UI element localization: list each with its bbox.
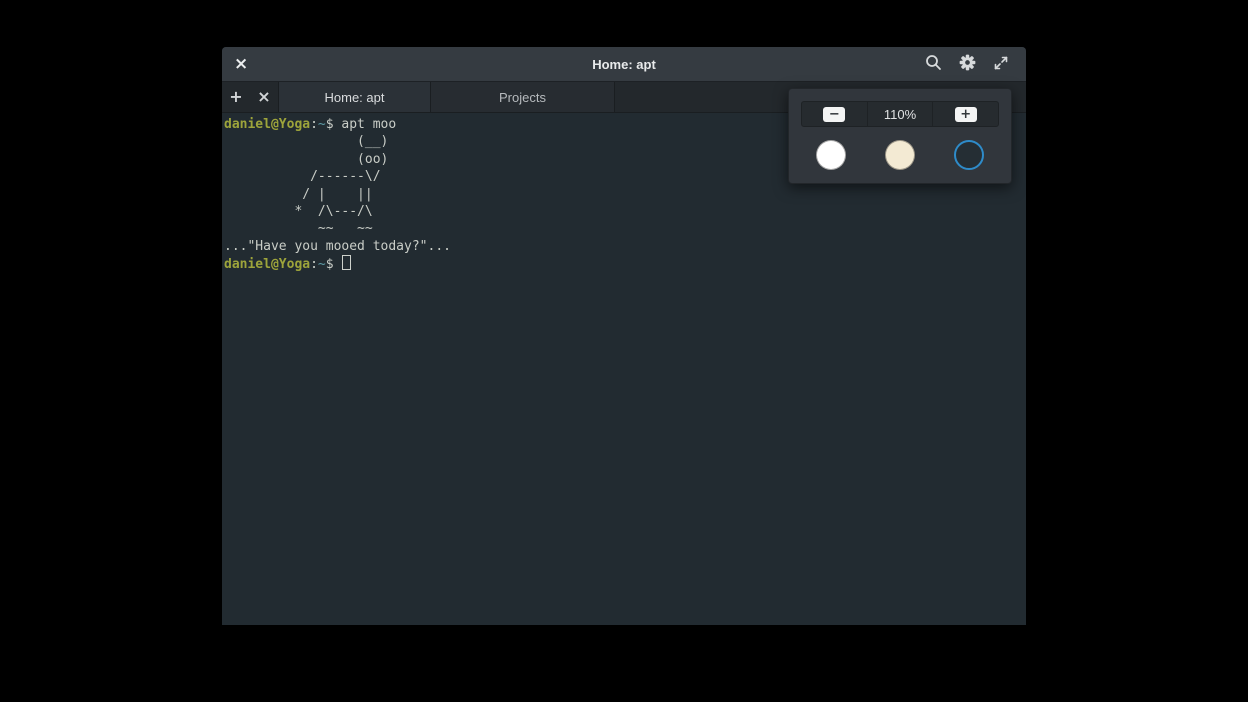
prompt-user: daniel@Yoga [224,257,310,272]
theme-swatch-light[interactable] [816,140,846,170]
prompt-dollar: $ [326,117,342,132]
gear-icon [957,52,978,76]
window-close-button[interactable]: × [234,56,256,73]
tab-label: Projects [499,90,546,105]
close-tab-button[interactable]: × [250,82,278,112]
titlebar: × Home: apt [222,47,1026,82]
command-text: apt moo [341,117,396,132]
fullscreen-button[interactable] [988,51,1014,77]
zoom-in-button[interactable]: + [932,102,998,126]
theme-swatches [801,140,999,170]
zoom-out-icon: − [823,107,845,122]
window-title: Home: apt [222,57,1026,72]
zoom-in-icon: + [955,107,977,122]
cow-art-line: * /\---/\ [224,203,1026,220]
cow-art-line: ~~ ~~ [224,220,1026,237]
prompt-dollar: $ [326,257,342,272]
tab-projects[interactable]: Projects [431,82,615,112]
expand-arrows-icon [993,55,1009,74]
theme-swatch-dark-selected[interactable] [954,140,984,170]
search-icon [925,54,942,74]
settings-popover: − 110% + [788,88,1012,184]
settings-button[interactable] [954,51,980,77]
prompt-line: daniel@Yoga:~$ [224,255,1026,273]
prompt-colon: : [310,257,318,272]
prompt-path: ~ [318,257,326,272]
prompt-user: daniel@Yoga [224,117,310,132]
theme-swatch-sepia[interactable] [885,140,915,170]
zoom-out-button[interactable]: − [802,102,867,126]
zoom-level: 110% [867,102,933,126]
new-tab-button[interactable]: + [222,82,250,112]
cow-art-line: / | || [224,186,1026,203]
moo-message: ..."Have you mooed today?"... [224,238,1026,255]
zoom-control: − 110% + [801,101,999,127]
titlebar-actions [920,51,1014,77]
terminal-cursor [342,255,351,270]
tab-label: Home: apt [325,90,385,105]
prompt-colon: : [310,117,318,132]
terminal-content[interactable]: daniel@Yoga:~$ apt moo (__) (oo) /------… [222,113,1026,624]
tab-home-apt[interactable]: Home: apt [278,82,431,112]
search-button[interactable] [920,51,946,77]
prompt-path: ~ [318,117,326,132]
